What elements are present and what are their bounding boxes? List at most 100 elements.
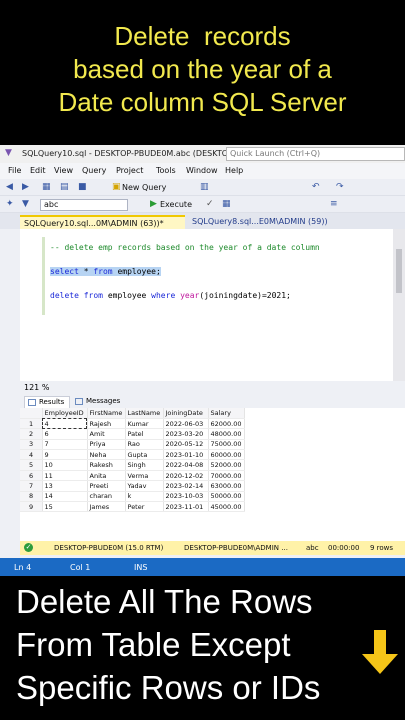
table-cell[interactable]: 2023-10-03 — [163, 491, 209, 503]
table-row[interactable]: 7 13 Preeti Yadav 2023-02-14 63000.00 — [20, 480, 245, 492]
table-cell[interactable]: Verma — [125, 470, 164, 482]
tab-results[interactable]: Results — [24, 396, 70, 408]
table-cell[interactable]: 4 — [42, 418, 88, 430]
table-cell[interactable]: charan — [87, 491, 126, 503]
table-cell[interactable]: 75000.00 — [208, 439, 245, 451]
table-cell[interactable]: 60000.00 — [208, 449, 245, 461]
table-cell[interactable]: 52000.00 — [208, 459, 245, 471]
row-number[interactable]: 4 — [20, 449, 43, 461]
display-plan-icon[interactable]: ▦ — [222, 199, 231, 209]
table-row[interactable]: 8 14 charan k 2023-10-03 50000.00 — [20, 491, 245, 503]
table-cell[interactable]: 2023-11-01 — [163, 501, 209, 513]
table-cell[interactable]: Gupta — [125, 449, 164, 461]
database-select[interactable]: abc — [40, 199, 128, 211]
table-row[interactable]: 5 10 Rakesh Singh 2022-04-08 52000.00 — [20, 459, 245, 471]
new-query-button[interactable]: New Query — [122, 183, 166, 192]
query-editor[interactable]: -- delete emp records based on the year … — [20, 229, 393, 381]
table-row[interactable]: 2 6 Amit Patel 2023-03-20 48000.00 — [20, 428, 245, 440]
forward-icon[interactable]: ▶ — [22, 182, 29, 192]
row-number[interactable]: 1 — [20, 418, 43, 430]
table-cell[interactable]: 14 — [42, 491, 88, 503]
menu-window[interactable]: Window — [186, 166, 218, 175]
comment-icon[interactable]: ≡ — [330, 199, 338, 209]
tab-messages[interactable]: Messages — [72, 396, 124, 408]
table-cell[interactable]: 15 — [42, 501, 88, 513]
table-cell[interactable]: 2023-02-14 — [163, 480, 209, 492]
quick-launch-input[interactable]: Quick Launch (Ctrl+Q) — [226, 147, 405, 161]
table-cell[interactable]: 13 — [42, 480, 88, 492]
table-cell[interactable]: 2020-05-12 — [163, 439, 209, 451]
table-row[interactable]: 6 11 Anita Verma 2020-12-02 70000.00 — [20, 470, 245, 482]
table-row[interactable]: 9 15 James Peter 2023-11-01 45000.00 — [20, 501, 245, 513]
table-cell[interactable]: 45000.00 — [208, 501, 245, 513]
row-number[interactable]: 5 — [20, 459, 43, 471]
table-cell[interactable]: Preeti — [87, 480, 126, 492]
tab-sqlquery8[interactable]: SQLQuery8.sql...E0M\ADMIN (59)) — [188, 215, 328, 229]
menu-help[interactable]: Help — [225, 166, 243, 175]
table-cell[interactable]: 2022-06-03 — [163, 418, 209, 430]
table-cell[interactable]: 2023-03-20 — [163, 428, 209, 440]
scroll-thumb[interactable] — [396, 249, 402, 293]
open-icon[interactable]: ▤ — [60, 182, 69, 192]
new-file-icon[interactable]: ▦ — [42, 182, 51, 192]
table-cell[interactable]: 63000.00 — [208, 480, 245, 492]
table-row[interactable]: 4 9 Neha Gupta 2023-01-10 60000.00 — [20, 449, 245, 461]
connect-icon[interactable]: ✦ — [6, 199, 14, 209]
row-number[interactable]: 6 — [20, 470, 43, 482]
menu-tools[interactable]: Tools — [156, 166, 176, 175]
undo-icon[interactable]: ↶ — [312, 182, 320, 192]
col-header-lastname[interactable]: LastName — [125, 408, 164, 419]
row-number[interactable]: 9 — [20, 501, 43, 513]
table-cell[interactable]: k — [125, 491, 164, 503]
table-cell[interactable]: Patel — [125, 428, 164, 440]
menu-query[interactable]: Query — [82, 166, 106, 175]
menu-view[interactable]: View — [54, 166, 73, 175]
table-cell[interactable]: 7 — [42, 439, 88, 451]
editor-scrollbar[interactable] — [393, 229, 405, 381]
zoom-level[interactable]: 121 % — [24, 383, 49, 392]
redo-icon[interactable]: ↷ — [336, 182, 344, 192]
table-cell[interactable]: 9 — [42, 449, 88, 461]
table-row[interactable]: 3 7 Priya Rao 2020-05-12 75000.00 — [20, 439, 245, 451]
col-header-salary[interactable]: Salary — [208, 408, 245, 419]
table-cell[interactable]: 2020-12-02 — [163, 470, 209, 482]
table-cell[interactable]: Singh — [125, 459, 164, 471]
parse-icon[interactable]: ✓ — [206, 199, 214, 209]
table-row[interactable]: 1 4 Rajesh Kumar 2022-06-03 62000.00 — [20, 418, 245, 430]
menu-project[interactable]: Project — [116, 166, 143, 175]
table-cell[interactable]: Neha — [87, 449, 126, 461]
table-cell[interactable]: Priya — [87, 439, 126, 451]
table-cell[interactable]: 11 — [42, 470, 88, 482]
menu-file[interactable]: File — [8, 166, 21, 175]
table-cell[interactable]: Rajesh — [87, 418, 126, 430]
table-cell[interactable]: 48000.00 — [208, 428, 245, 440]
execute-button[interactable]: Execute — [160, 200, 192, 209]
table-cell[interactable]: 2022-04-08 — [163, 459, 209, 471]
table-cell[interactable]: Anita — [87, 470, 126, 482]
menu-edit[interactable]: Edit — [30, 166, 46, 175]
row-number[interactable]: 3 — [20, 439, 43, 451]
results-grid[interactable]: EmployeeID FirstName LastName JoiningDat… — [20, 408, 405, 541]
tab-sqlquery10[interactable]: SQLQuery10.sql...0M\ADMIN (63))* — [20, 215, 185, 229]
table-cell[interactable]: 6 — [42, 428, 88, 440]
table-cell[interactable]: James — [87, 501, 126, 513]
row-number[interactable]: 7 — [20, 480, 43, 492]
table-cell[interactable]: 70000.00 — [208, 470, 245, 482]
table-cell[interactable]: Yadav — [125, 480, 164, 492]
back-icon[interactable]: ◀ — [6, 182, 13, 192]
debug-icon[interactable]: ▥ — [200, 182, 209, 192]
table-cell[interactable]: Rao — [125, 439, 164, 451]
table-cell[interactable]: Rakesh — [87, 459, 126, 471]
table-cell[interactable]: 2023-01-10 — [163, 449, 209, 461]
col-header-joiningdate[interactable]: JoiningDate — [163, 408, 209, 419]
row-number[interactable]: 8 — [20, 491, 43, 503]
table-cell[interactable]: 50000.00 — [208, 491, 245, 503]
col-header-employeeid[interactable]: EmployeeID — [42, 408, 88, 419]
save-icon[interactable]: ■ — [78, 182, 87, 192]
col-header-firstname[interactable]: FirstName — [87, 408, 126, 419]
table-cell[interactable]: 10 — [42, 459, 88, 471]
table-cell[interactable]: Kumar — [125, 418, 164, 430]
table-cell[interactable]: 62000.00 — [208, 418, 245, 430]
filter-icon[interactable]: ▼ — [22, 199, 29, 209]
table-cell[interactable]: Amit — [87, 428, 126, 440]
